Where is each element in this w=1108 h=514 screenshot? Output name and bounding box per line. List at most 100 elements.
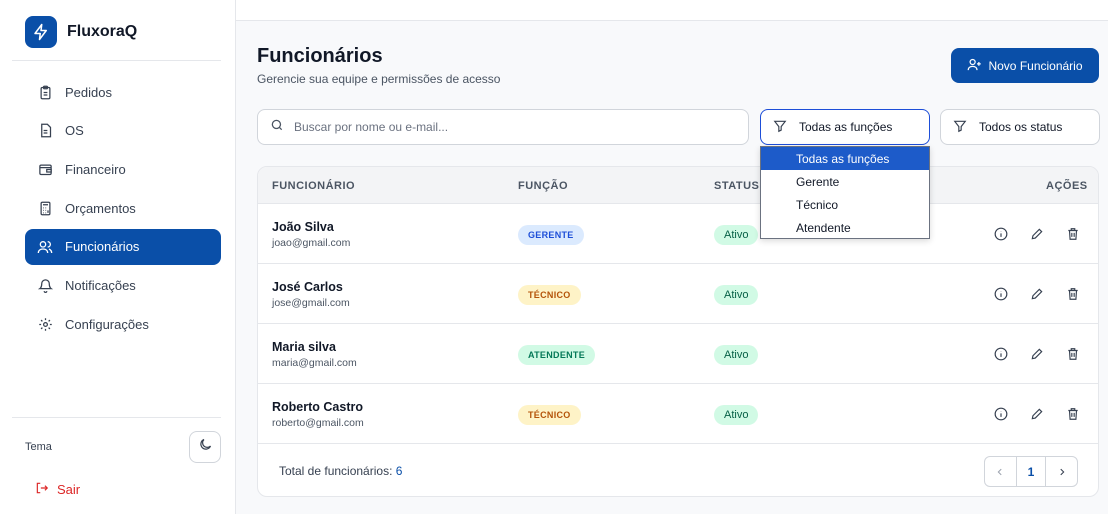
row-actions	[992, 225, 1082, 243]
employees-table: FUNCIONÁRIO FUNÇÃO STATUS AÇÕES João Sil…	[257, 166, 1099, 497]
sidebar-item-notificacoes[interactable]: Notificações	[25, 267, 221, 303]
column-header-actions: AÇÕES	[1046, 180, 1088, 192]
employee-name: João Silva	[272, 220, 334, 234]
sidebar-item-configuracoes[interactable]: Configurações	[25, 306, 221, 342]
clipboard-icon	[37, 84, 53, 100]
info-icon[interactable]	[992, 345, 1010, 363]
lightning-logo-icon	[25, 16, 57, 48]
info-icon[interactable]	[992, 225, 1010, 243]
pagination: 1	[984, 456, 1078, 487]
new-employee-label: Novo Funcionário	[988, 58, 1083, 73]
divider	[12, 60, 221, 61]
status-filter-select[interactable]: Todos os status	[940, 109, 1100, 145]
chevron-left-icon	[997, 468, 1002, 475]
edit-pencil-icon[interactable]	[1028, 285, 1046, 303]
employee-name: Maria silva	[272, 340, 336, 354]
sidebar-item-label: Configurações	[65, 316, 149, 332]
edit-pencil-icon[interactable]	[1028, 405, 1046, 423]
next-page-button[interactable]	[1046, 457, 1077, 486]
filter-icon	[773, 119, 787, 136]
brand-name: FluxoraQ	[67, 23, 138, 40]
page-title: Funcionários	[257, 45, 383, 67]
status-badge: Ativo	[714, 285, 759, 305]
info-icon[interactable]	[992, 405, 1010, 423]
wallet-icon	[37, 161, 53, 177]
search-box	[257, 109, 749, 145]
filter-icon	[953, 119, 967, 136]
chevron-right-icon	[1060, 468, 1065, 475]
brand[interactable]: FluxoraQ	[25, 16, 137, 48]
function-filter-value: Todas as funções	[799, 120, 893, 134]
role-badge: TÉCNICO	[518, 285, 581, 305]
logout-label: Sair	[57, 482, 81, 497]
previous-page-button[interactable]	[985, 457, 1016, 486]
dropdown-option-tecnico[interactable]: Técnico	[761, 193, 929, 216]
row-actions	[992, 405, 1082, 423]
new-employee-button[interactable]: Novo Funcionário	[951, 48, 1099, 83]
divider	[12, 417, 221, 418]
delete-trash-icon[interactable]	[1064, 225, 1082, 243]
table-row: João Silva joao@gmail.com GERENTE Ativo	[258, 204, 1098, 264]
status-badge: Ativo	[714, 405, 759, 425]
employee-email: roberto@gmail.com	[272, 417, 364, 429]
table-header: FUNCIONÁRIO FUNÇÃO STATUS AÇÕES	[258, 167, 1098, 204]
info-icon[interactable]	[992, 285, 1010, 303]
dropdown-option-atendente[interactable]: Atendente	[761, 216, 929, 239]
sidebar-nav: Pedidos OS Financeiro Orçamentos Funcion…	[25, 74, 221, 345]
employee-email: maria@gmail.com	[272, 357, 357, 369]
employee-email: jose@gmail.com	[272, 297, 350, 309]
page-button-current[interactable]: 1	[1015, 457, 1047, 486]
page-subtitle: Gerencie sua equipe e permissões de aces…	[257, 72, 501, 86]
delete-trash-icon[interactable]	[1064, 285, 1082, 303]
sidebar-item-label: Funcionários	[65, 239, 140, 255]
edit-pencil-icon[interactable]	[1028, 345, 1046, 363]
employee-name: José Carlos	[272, 280, 343, 294]
sidebar-item-label: OS	[65, 123, 84, 139]
column-header-employee: FUNCIONÁRIO	[272, 180, 356, 192]
dropdown-option-gerente[interactable]: Gerente	[761, 170, 929, 193]
row-actions	[992, 285, 1082, 303]
theme-toggle-button[interactable]	[189, 431, 221, 463]
table-row: Maria silva maria@gmail.com ATENDENTE At…	[258, 324, 1098, 384]
delete-trash-icon[interactable]	[1064, 345, 1082, 363]
moon-icon	[198, 437, 213, 457]
main-content: Funcionários Gerencie sua equipe e permi…	[236, 0, 1108, 514]
total-employees: Total de funcionários: 6	[279, 464, 402, 478]
sidebar-item-pedidos[interactable]: Pedidos	[25, 74, 221, 110]
theme-label: Tema	[25, 441, 52, 453]
role-badge: GERENTE	[518, 225, 584, 245]
table-row: Roberto Castro roberto@gmail.com TÉCNICO…	[258, 384, 1098, 444]
logout-button[interactable]: Sair	[35, 481, 80, 498]
edit-pencil-icon[interactable]	[1028, 225, 1046, 243]
logout-icon	[35, 481, 49, 498]
sidebar: FluxoraQ Pedidos OS Financeiro Orçamento…	[0, 0, 236, 514]
sidebar-item-funcionarios[interactable]: Funcionários	[25, 228, 221, 265]
bell-icon	[37, 277, 53, 293]
function-filter-select[interactable]: Todas as funções	[760, 109, 930, 145]
sidebar-item-orcamentos[interactable]: Orçamentos	[25, 190, 221, 226]
sidebar-item-financeiro[interactable]: Financeiro	[25, 151, 221, 187]
employee-email: joao@gmail.com	[272, 237, 351, 249]
gear-icon	[37, 316, 53, 332]
search-input[interactable]	[294, 120, 734, 134]
sidebar-item-label: Orçamentos	[65, 200, 136, 216]
table-row: José Carlos jose@gmail.com TÉCNICO Ativo	[258, 264, 1098, 324]
document-icon	[37, 123, 53, 139]
topbar	[236, 0, 1108, 21]
function-filter-dropdown: Todas as funções Gerente Técnico Atenden…	[760, 146, 930, 239]
total-label: Total de funcionários:	[279, 464, 393, 478]
add-user-icon	[967, 57, 982, 75]
sidebar-item-label: Pedidos	[65, 84, 112, 100]
column-header-status: STATUS	[714, 180, 760, 192]
sidebar-item-os[interactable]: OS	[25, 113, 221, 149]
role-badge: ATENDENTE	[518, 345, 596, 365]
status-filter-value: Todos os status	[979, 120, 1063, 134]
sidebar-item-label: Notificações	[65, 277, 136, 293]
employee-name: Roberto Castro	[272, 400, 363, 414]
row-actions	[992, 345, 1082, 363]
role-badge: TÉCNICO	[518, 405, 581, 425]
status-badge: Ativo	[714, 225, 759, 245]
delete-trash-icon[interactable]	[1064, 405, 1082, 423]
calculator-icon	[37, 200, 53, 216]
dropdown-option-todas[interactable]: Todas as funções	[761, 147, 929, 170]
